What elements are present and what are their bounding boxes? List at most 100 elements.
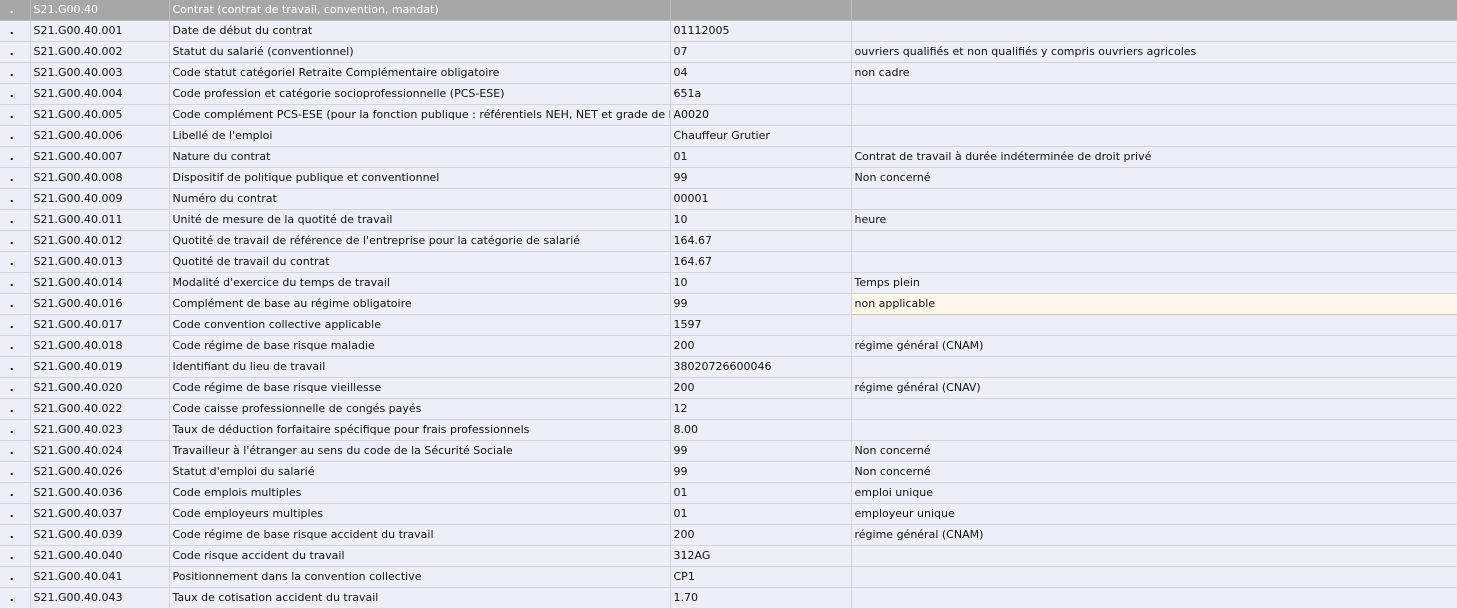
rubrique-code: S21.G00.40.016 bbox=[30, 293, 170, 315]
rubrique-value: 164.67 bbox=[670, 230, 852, 252]
rubrique-value: 99 bbox=[670, 293, 852, 315]
row-marker: . bbox=[0, 314, 31, 336]
rubrique-code: S21.G00.40.002 bbox=[30, 41, 170, 63]
rubrique-label: Taux de déduction forfaitaire spécifique… bbox=[169, 419, 671, 441]
row-marker: . bbox=[0, 230, 31, 252]
table-row[interactable]: . S21.G00.40.020 Code régime de base risqu… bbox=[0, 377, 1457, 399]
row-marker: . bbox=[0, 251, 31, 273]
table-row[interactable]: . S21.G00.40.007 Nature du contrat 01 Contra… bbox=[0, 146, 1457, 168]
rubrique-code: S21.G00.40.003 bbox=[30, 62, 170, 84]
rubrique-label: Travailleur à l'étranger au sens du code… bbox=[169, 440, 671, 462]
rubrique-description: Non concerné bbox=[851, 167, 1457, 189]
table-row[interactable]: . S21.G00.40.005 Code complément PCS-ESE (… bbox=[0, 104, 1457, 126]
rubrique-description bbox=[851, 545, 1457, 567]
rubrique-label: Quotité de travail de référence de l'ent… bbox=[169, 230, 671, 252]
rubrique-code: S21.G00.40.013 bbox=[30, 251, 170, 273]
table-row[interactable]: . S21.G00.40.009 Numéro du contrat 00001 bbox=[0, 188, 1457, 210]
rubrique-label: Libellé de l'emploi bbox=[169, 125, 671, 147]
rubrique-code: S21.G00.40.039 bbox=[30, 524, 170, 546]
rubrique-value: 99 bbox=[670, 440, 852, 462]
rubrique-description bbox=[851, 356, 1457, 378]
rubrique-label: Code régime de base risque maladie bbox=[169, 335, 671, 357]
rubrique-description: non applicable bbox=[850, 293, 1457, 315]
rubrique-description: Contrat de travail à durée indéterminée … bbox=[851, 146, 1457, 168]
table-row[interactable]: . S21.G00.40.040 Code risque accident du t… bbox=[0, 545, 1457, 567]
rubrique-value: 01 bbox=[670, 503, 852, 525]
rubrique-code: S21.G00.40.018 bbox=[30, 335, 170, 357]
block-title: Contrat (contrat de travail, convention,… bbox=[169, 0, 671, 21]
block-code: S21.G00.40 bbox=[30, 0, 170, 21]
table-row[interactable]: . S21.G00.40.018 Code régime de base risqu… bbox=[0, 335, 1457, 357]
rubrique-label: Statut du salarié (conventionnel) bbox=[169, 41, 671, 63]
rubrique-description bbox=[851, 251, 1457, 273]
table-row[interactable]: . S21.G00.40.001 Date de début du contrat 0… bbox=[0, 20, 1457, 42]
rubrique-code: S21.G00.40.014 bbox=[30, 272, 170, 294]
rubrique-code: S21.G00.40.017 bbox=[30, 314, 170, 336]
table-row[interactable]: . S21.G00.40.022 Code caisse professionnel… bbox=[0, 398, 1457, 420]
rubrique-value: 00001 bbox=[670, 188, 852, 210]
table-row[interactable]: . S21.G00.40.016 Complément de base au rég… bbox=[0, 293, 1457, 315]
rubrique-label: Identifiant du lieu de travail bbox=[169, 356, 671, 378]
rubrique-value: 10 bbox=[670, 272, 852, 294]
rubrique-value: 200 bbox=[670, 524, 852, 546]
table-row[interactable]: . S21.G00.40.043 Taux de cotisation accide… bbox=[0, 587, 1457, 609]
rubrique-description: Temps plein bbox=[851, 272, 1457, 294]
row-marker: . bbox=[0, 167, 31, 189]
rubrique-label: Statut d'emploi du salarié bbox=[169, 461, 671, 483]
row-marker: . bbox=[0, 20, 31, 42]
rubrique-description: régime général (CNAM) bbox=[851, 524, 1457, 546]
table-row[interactable]: . S21.G00.40.011 Unité de mesure de la quo… bbox=[0, 209, 1457, 231]
rubrique-label: Code profession et catégorie socioprofes… bbox=[169, 83, 671, 105]
rubrique-code: S21.G00.40.036 bbox=[30, 482, 170, 504]
table-row[interactable]: . S21.G00.40.003 Code statut catégoriel Re… bbox=[0, 62, 1457, 84]
rubrique-description: régime général (CNAM) bbox=[851, 335, 1457, 357]
table-row[interactable]: . S21.G00.40.004 Code profession et catégo… bbox=[0, 83, 1457, 105]
rubrique-label: Date de début du contrat bbox=[169, 20, 671, 42]
table-row[interactable]: . S21.G00.40.041 Positionnement dans la co… bbox=[0, 566, 1457, 588]
dsn-block-table: . S21.G00.40 Contrat (contrat de travail… bbox=[0, 0, 1457, 609]
table-row[interactable]: . S21.G00.40.026 Statut d'emploi du salari… bbox=[0, 461, 1457, 483]
rubrique-value: 164.67 bbox=[670, 251, 852, 273]
rubrique-label: Modalité d'exercice du temps de travail bbox=[169, 272, 671, 294]
row-marker: . bbox=[0, 377, 31, 399]
table-row[interactable]: . S21.G00.40.039 Code régime de base risqu… bbox=[0, 524, 1457, 546]
table-row[interactable]: . S21.G00.40.037 Code employeurs multiples… bbox=[0, 503, 1457, 525]
rubrique-code: S21.G00.40.001 bbox=[30, 20, 170, 42]
rubrique-label: Code risque accident du travail bbox=[169, 545, 671, 567]
row-marker: . bbox=[0, 62, 31, 84]
table-row[interactable]: . S21.G00.40.019 Identifiant du lieu de tr… bbox=[0, 356, 1457, 378]
rubrique-code: S21.G00.40.008 bbox=[30, 167, 170, 189]
row-marker: . bbox=[0, 587, 31, 609]
table-row[interactable]: . S21.G00.40.008 Dispositif de politique p… bbox=[0, 167, 1457, 189]
row-marker: . bbox=[0, 461, 31, 483]
rubrique-value: 10 bbox=[670, 209, 852, 231]
rubrique-description: Non concerné bbox=[851, 461, 1457, 483]
row-marker: . bbox=[0, 83, 31, 105]
row-marker: . bbox=[0, 0, 31, 21]
table-row[interactable]: . S21.G00.40.024 Travailleur à l'étranger … bbox=[0, 440, 1457, 462]
row-marker: . bbox=[0, 335, 31, 357]
rubrique-label: Code statut catégoriel Retraite Compléme… bbox=[169, 62, 671, 84]
rubrique-label: Code régime de base risque vieillesse bbox=[169, 377, 671, 399]
row-marker: . bbox=[0, 356, 31, 378]
table-row[interactable]: . S21.G00.40.036 Code emplois multiples 01 e… bbox=[0, 482, 1457, 504]
block-header-row[interactable]: . S21.G00.40 Contrat (contrat de travail… bbox=[0, 0, 1457, 21]
rubrique-code: S21.G00.40.020 bbox=[30, 377, 170, 399]
table-row[interactable]: . S21.G00.40.002 Statut du salarié (conven… bbox=[0, 41, 1457, 63]
rubrique-description: employeur unique bbox=[851, 503, 1457, 525]
table-row[interactable]: . S21.G00.40.013 Quotité de travail du con… bbox=[0, 251, 1457, 273]
row-marker: . bbox=[0, 482, 31, 504]
rubrique-value: CP1 bbox=[670, 566, 852, 588]
rubrique-code: S21.G00.40.012 bbox=[30, 230, 170, 252]
block-value bbox=[670, 0, 852, 21]
rubrique-label: Code emplois multiples bbox=[169, 482, 671, 504]
rubrique-description bbox=[851, 398, 1457, 420]
table-row[interactable]: . S21.G00.40.006 Libellé de l'emploi Chauff… bbox=[0, 125, 1457, 147]
row-marker: . bbox=[0, 41, 31, 63]
table-row[interactable]: . S21.G00.40.017 Code convention collectiv… bbox=[0, 314, 1457, 336]
row-marker: . bbox=[0, 440, 31, 462]
rubrique-description: régime général (CNAV) bbox=[851, 377, 1457, 399]
table-row[interactable]: . S21.G00.40.023 Taux de déduction forfait… bbox=[0, 419, 1457, 441]
table-row[interactable]: . S21.G00.40.012 Quotité de travail de réf… bbox=[0, 230, 1457, 252]
table-row[interactable]: . S21.G00.40.014 Modalité d'exercice du te… bbox=[0, 272, 1457, 294]
